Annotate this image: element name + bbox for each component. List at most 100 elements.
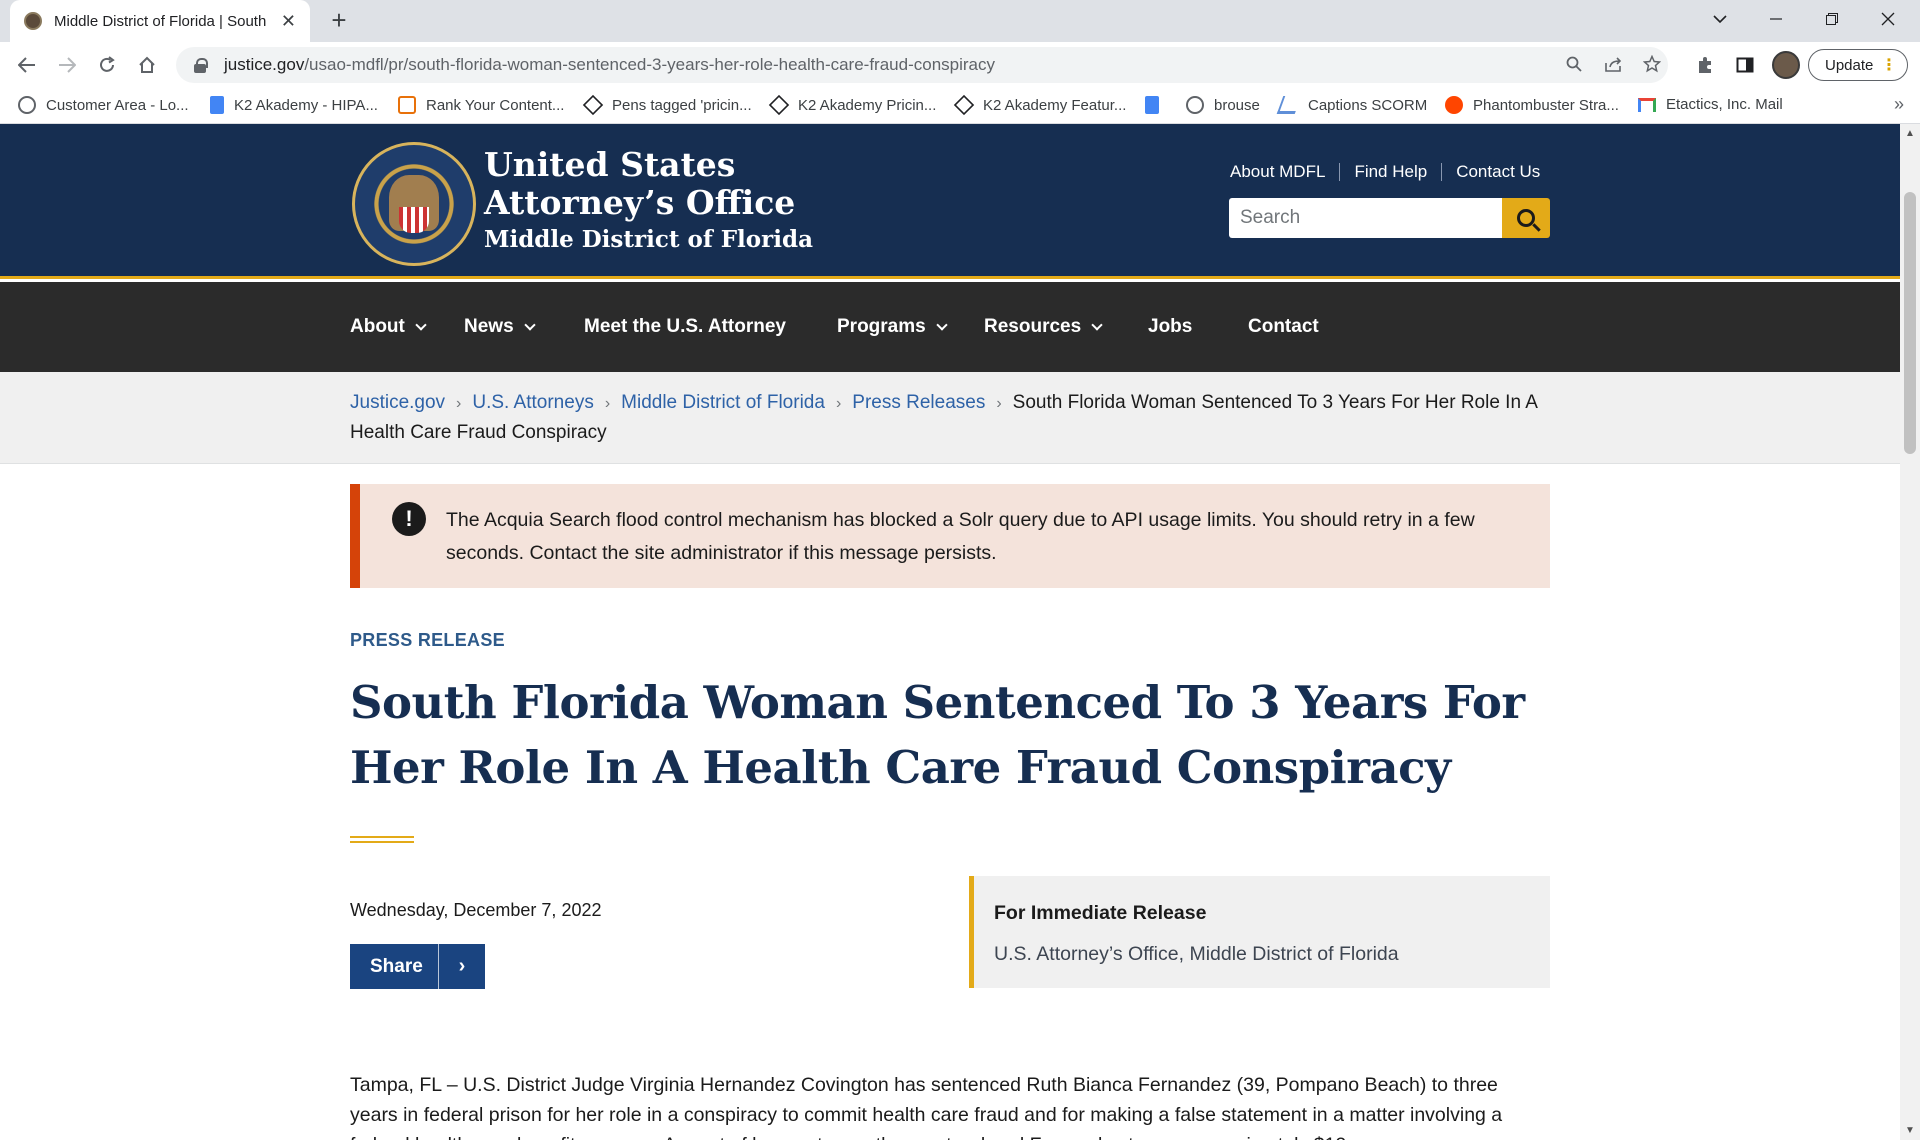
release-box-title: For Immediate Release [994, 902, 1207, 924]
scrollbar-thumb[interactable] [1904, 192, 1916, 454]
bookmark-item[interactable]: Etactics, Inc. Mail [1638, 96, 1783, 113]
nav-item-resources[interactable]: Resources [984, 282, 1103, 372]
bookmark-label: Phantombuster Stra... [1473, 96, 1619, 114]
chevron-right-icon: › [996, 395, 1002, 412]
breadcrumb-press-releases[interactable]: Press Releases [852, 392, 985, 413]
address-bar[interactable]: justice.gov/usao-mdfl/pr/south-florida-w… [176, 47, 1668, 83]
bookmark-label: K2 Akademy - HIPA... [234, 96, 378, 114]
search-button[interactable] [1502, 198, 1550, 238]
back-button[interactable] [12, 50, 42, 80]
search-icon [1517, 209, 1535, 227]
office-name-line1: United States [484, 145, 736, 184]
bookmark-item[interactable]: brouse [1186, 96, 1260, 114]
bookmark-label: Customer Area - Lo... [46, 96, 189, 114]
reload-button[interactable] [92, 50, 122, 80]
nav-item-label: Meet the U.S. Attorney [584, 316, 786, 337]
gmail-icon [1638, 97, 1656, 112]
forward-arrow-icon [59, 57, 76, 73]
nav-item-label: About [350, 316, 405, 337]
browser-tab[interactable]: Middle District of Florida | South ✕ [10, 0, 310, 42]
exclamation-icon: ! [392, 502, 426, 536]
contact-us-link[interactable]: Contact Us [1456, 162, 1540, 182]
bookmark-item[interactable]: K2 Akademy - HIPA... [210, 96, 378, 114]
office-name-line2: Attorney’s Office [484, 183, 796, 222]
title-divider [350, 836, 414, 843]
codepen-icon [768, 94, 790, 116]
profile-avatar[interactable] [1772, 51, 1800, 79]
nav-item-jobs[interactable]: Jobs [1148, 282, 1192, 372]
chevron-down-icon [523, 319, 536, 331]
captions-icon [1276, 96, 1302, 114]
nav-item-programs[interactable]: Programs [837, 282, 948, 372]
chevron-right-icon: › [456, 395, 462, 412]
nav-item-label: Contact [1248, 316, 1319, 337]
shield-emblem [399, 207, 429, 233]
nav-item-about[interactable]: About [350, 282, 427, 372]
update-button[interactable]: Update ⋮ [1808, 49, 1908, 81]
nav-item-meet-the-u-s-attorney[interactable]: Meet the U.S. Attorney [584, 282, 786, 372]
nav-item-contact[interactable]: Contact [1248, 282, 1319, 372]
breadcrumb: Justice.gov › U.S. Attorneys › Middle Distri… [350, 388, 1550, 447]
doj-seal-favicon-icon [24, 12, 42, 30]
share-label: Share [370, 955, 423, 977]
nav-item-news[interactable]: News [464, 282, 536, 372]
url-text: justice.gov/usao-mdfl/pr/south-florida-w… [224, 55, 995, 75]
bookmark-label: K2 Akademy Pricin... [798, 96, 937, 114]
office-name[interactable]: United States Attorney’s Office Middle D… [484, 146, 813, 258]
more-menu-icon: ⋮ [1881, 57, 1897, 74]
bookmark-item[interactable]: Customer Area - Lo... [18, 96, 189, 114]
about-mdfl-link[interactable]: About MDFL [1230, 162, 1325, 182]
globe-icon [18, 96, 36, 114]
page-viewport: United States Attorney’s Office Middle D… [0, 124, 1900, 1140]
close-tab-icon[interactable]: ✕ [281, 11, 296, 32]
bookmark-item[interactable]: K2 Akademy Featur... [953, 94, 1126, 116]
new-tab-button[interactable]: + [324, 6, 354, 36]
bookmark-item[interactable]: Rank Your Content... [398, 96, 564, 114]
search-page-icon[interactable] [1562, 52, 1586, 76]
error-alert: ! The Acquia Search flood control mechan… [350, 484, 1550, 588]
find-help-link[interactable]: Find Help [1354, 162, 1427, 182]
extensions-puzzle-icon[interactable] [1690, 50, 1720, 80]
office-name-line3: Middle District of Florida [484, 226, 813, 253]
bookmark-item[interactable]: K2 Akademy Pricin... [768, 94, 937, 116]
scroll-down-icon[interactable]: ▼ [1905, 1125, 1915, 1136]
bookmark-item[interactable] [1145, 96, 1169, 114]
press-release-kicker: PRESS RELEASE [350, 630, 505, 650]
lock-icon [194, 58, 208, 73]
url-path: /usao-mdfl/pr/south-florida-woman-senten… [304, 55, 996, 74]
scroll-up-icon[interactable]: ▲ [1905, 128, 1915, 139]
forward-button[interactable] [52, 50, 82, 80]
docs-icon [210, 96, 224, 114]
browser-toolbar: justice.gov/usao-mdfl/pr/south-florida-w… [0, 42, 1920, 88]
side-panel-icon[interactable] [1730, 50, 1760, 80]
home-button[interactable] [132, 50, 162, 80]
breadcrumb-middle-district[interactable]: Middle District of Florida [621, 392, 825, 413]
restore-window-button[interactable] [1804, 0, 1860, 38]
bookmark-item[interactable]: Captions SCORM [1276, 96, 1428, 114]
breadcrumb-justice-gov[interactable]: Justice.gov [350, 392, 445, 413]
calendar-icon [398, 96, 416, 114]
site-search [1229, 198, 1550, 238]
share-divider [438, 944, 439, 989]
minimize-window-button[interactable] [1748, 0, 1804, 38]
bookmark-label: Rank Your Content... [426, 96, 565, 114]
codepen-icon [953, 94, 975, 116]
close-window-button[interactable] [1860, 0, 1916, 38]
more-bookmarks-icon[interactable]: » [1894, 94, 1904, 115]
bookmark-item[interactable]: Pens tagged 'pricin... [582, 94, 752, 116]
reddit-icon [1445, 96, 1463, 114]
bookmark-item[interactable]: Phantombuster Stra... [1445, 96, 1619, 114]
utility-nav: About MDFL Find Help Contact Us [1230, 162, 1540, 182]
share-button[interactable]: Share › [350, 944, 485, 989]
breadcrumb-us-attorneys[interactable]: U.S. Attorneys [472, 392, 593, 413]
page-scrollbar[interactable]: ▲ ▼ [1900, 124, 1920, 1140]
share-page-icon[interactable] [1602, 52, 1626, 76]
search-input[interactable] [1229, 198, 1502, 238]
globe-icon [1186, 96, 1204, 114]
chevron-right-icon: › [604, 395, 611, 412]
bookmark-label: Captions SCORM [1308, 96, 1428, 114]
tab-search-chevron-icon[interactable] [1692, 0, 1748, 38]
chevron-down-icon [415, 319, 427, 331]
doj-seal-logo[interactable] [352, 142, 476, 266]
bookmark-star-icon[interactable] [1640, 52, 1664, 76]
